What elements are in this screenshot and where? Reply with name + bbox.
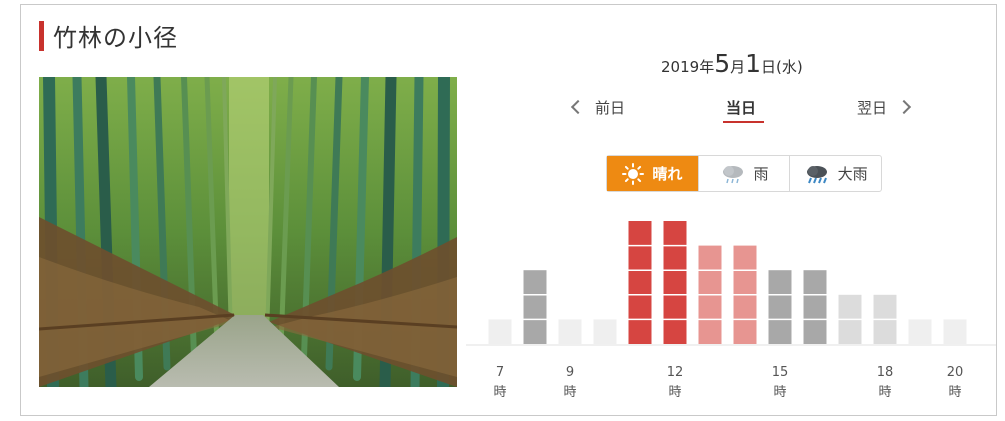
bar-rect <box>558 319 582 344</box>
weather-selector: 晴れ 雨 大雨 <box>606 155 882 192</box>
bar-rect <box>768 270 792 344</box>
next-day-label: 翌日 <box>857 99 888 117</box>
date-day: 1 <box>745 49 762 78</box>
chevron-right-icon <box>896 99 912 115</box>
tick-unit-7: 時 <box>493 385 506 400</box>
tick-label-12: 12 <box>667 365 684 380</box>
bar-rect <box>488 319 512 344</box>
prev-day-link[interactable]: 前日 <box>570 97 626 118</box>
bar-rect <box>593 319 617 344</box>
next-day-link[interactable]: 翌日 <box>857 97 912 118</box>
today-underline <box>723 121 764 123</box>
weather-tab-heavy-rain[interactable]: 大雨 <box>789 156 881 191</box>
bar-hour-20 <box>943 319 967 344</box>
tick-unit-9: 時 <box>563 385 576 400</box>
bar-rect <box>803 270 827 344</box>
date-display: 2019年5月1日(水) <box>661 49 803 78</box>
heavy-rain-cloud-icon <box>804 164 830 184</box>
bar-rect <box>908 319 932 344</box>
prev-day-label: 前日 <box>595 99 626 117</box>
bar-rect <box>523 270 547 344</box>
date-month: 5 <box>714 49 731 78</box>
weather-tab-heavy-rain-label: 大雨 <box>837 165 868 183</box>
tick-unit-18: 時 <box>878 385 891 400</box>
spot-card: 竹林の小径 2019年5月1日(水) 前日 当日 翌日 晴れ 雨 大雨 7 時 … <box>20 4 997 416</box>
bar-hour-17 <box>838 294 862 344</box>
tick-label-9: 9 <box>566 365 574 380</box>
sun-icon <box>622 162 645 185</box>
bar-rect <box>663 221 687 344</box>
weather-tab-rain[interactable]: 雨 <box>697 156 790 191</box>
bar-rect <box>943 319 967 344</box>
bar-rect <box>628 221 652 344</box>
bar-hour-19 <box>908 319 932 344</box>
date-day-unit: 日 <box>761 58 777 76</box>
today-tab[interactable]: 当日 <box>726 97 756 118</box>
tick-unit-20: 時 <box>948 385 961 400</box>
spot-title: 竹林の小径 <box>53 24 178 52</box>
chevron-left-icon <box>570 99 586 115</box>
weather-tab-sunny-label: 晴れ <box>652 165 683 183</box>
bar-hour-16 <box>803 270 827 344</box>
weather-tab-rain-label: 雨 <box>753 165 769 183</box>
date-weekday: (水) <box>776 58 803 76</box>
bar-hour-10 <box>593 319 617 344</box>
date-month-unit: 月 <box>730 58 746 76</box>
bar-hour-15 <box>768 270 792 344</box>
bamboo-forest-photo <box>39 77 457 387</box>
bar-hour-13 <box>698 245 722 344</box>
date-year: 2019 <box>661 58 700 76</box>
tick-label-15: 15 <box>772 365 789 380</box>
bar-hour-12 <box>663 221 687 344</box>
hourly-crowd-chart: 7 時 9 時 12 時 15 時 18 時 20 時 <box>466 221 996 400</box>
bar-hour-9 <box>558 319 582 344</box>
tick-label-7: 7 <box>496 365 504 380</box>
rain-cloud-icon <box>720 164 746 184</box>
title-accent-bar <box>39 21 44 51</box>
tick-unit-12: 時 <box>668 385 681 400</box>
weather-tab-sunny[interactable]: 晴れ <box>607 156 698 191</box>
bar-hour-8 <box>523 270 547 344</box>
tick-unit-15: 時 <box>773 385 786 400</box>
tick-label-18: 18 <box>877 365 894 380</box>
bar-hour-11 <box>628 221 652 344</box>
tick-label-20: 20 <box>947 365 964 380</box>
bar-hour-14 <box>733 245 757 344</box>
bar-hour-7 <box>488 319 512 344</box>
bar-hour-18 <box>873 294 897 344</box>
date-year-unit: 年 <box>699 58 715 76</box>
